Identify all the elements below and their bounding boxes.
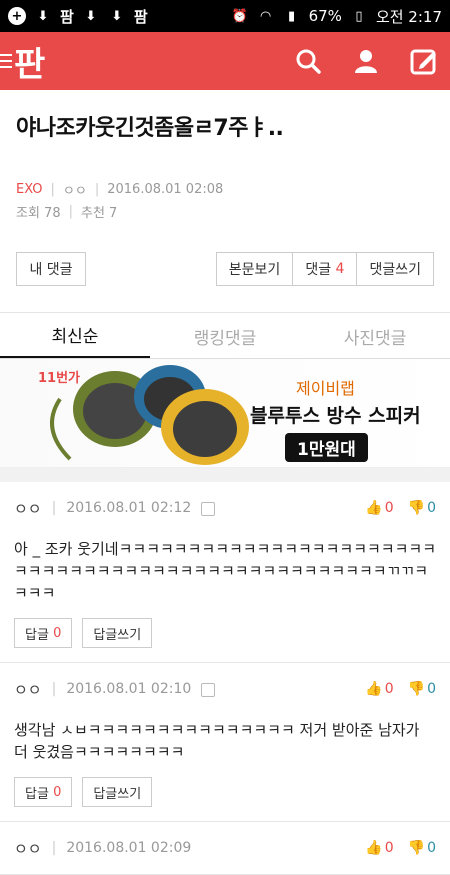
- pann-notification-icon: 팜: [60, 7, 74, 26]
- tab-photo[interactable]: 사진댓글: [300, 313, 450, 359]
- lock-icon: [201, 502, 216, 516]
- downvote-button[interactable]: 👎 0: [408, 681, 436, 697]
- thumbs-down-icon: 👎: [407, 681, 426, 697]
- write-reply-button[interactable]: 답글쓰기: [82, 618, 153, 648]
- downvote-count: 0: [427, 681, 436, 697]
- upvote-button[interactable]: 👍 0: [365, 500, 393, 516]
- search-icon: [296, 49, 321, 74]
- ad-price: 1만원대: [285, 433, 368, 462]
- reply-button[interactable]: 답글 0: [14, 777, 73, 807]
- post-meta: EXO | ㅇㅇ | 2016.08.01 02:08 조회 78 | 추천 7: [16, 181, 224, 221]
- comments-label: 댓글: [305, 262, 332, 278]
- comment-date: 2016.08.01 02:09: [66, 840, 192, 856]
- comment-body: 아 _ 조카 웃기네ㅋㅋㅋㅋㅋㅋㅋㅋㅋㅋㅋㅋㅋㅋㅋㅋㅋㅋㅋㅋㅋㅋㅋㅋㅋㅋㅋㅋㅋㅋ…: [14, 540, 437, 602]
- post-views: 조회 78: [16, 205, 61, 221]
- reply-button[interactable]: 답글 0: [14, 618, 73, 648]
- tab-ranking[interactable]: 랭킹댓글: [150, 313, 300, 359]
- profile-button[interactable]: [350, 45, 382, 77]
- thumbs-up-icon: 👍: [365, 840, 383, 856]
- wifi-icon: ◠: [260, 8, 271, 24]
- alarm-icon: ⏰: [231, 8, 248, 24]
- signal-icon: ▮: [288, 8, 296, 24]
- clock: 오전 2:17: [375, 7, 442, 26]
- downvote-button[interactable]: 👎 0: [408, 840, 436, 856]
- pann-notification-icon: 팜: [133, 7, 148, 26]
- upvote-count: 0: [384, 500, 394, 516]
- post-category[interactable]: EXO: [16, 182, 43, 197]
- reply-count: 0: [53, 784, 62, 800]
- comment-author: ㅇㅇ: [14, 499, 42, 518]
- thumbs-up-icon: 👍: [365, 681, 383, 697]
- reply-label: 답글: [25, 627, 49, 643]
- post-recommend: 추천 7: [81, 205, 118, 221]
- search-button[interactable]: [292, 45, 324, 77]
- app-header: 판: [0, 32, 450, 90]
- ad-banner[interactable]: 11번가 제이비랩 블루투스 방수 스피커 1만원대: [0, 359, 450, 468]
- comments-button[interactable]: 댓글 4: [292, 252, 357, 286]
- write-post-button[interactable]: [408, 45, 440, 77]
- status-bar: + ⬇ 팜 ⬇ ⬇ 팜 ⏰ ◠ ▮ 67% ▯ 오전 2:17: [0, 0, 450, 32]
- download-icon: ⬇: [37, 8, 49, 24]
- my-comments-button[interactable]: 내 댓글: [16, 252, 86, 286]
- write-comment-button[interactable]: 댓글쓰기: [356, 252, 434, 286]
- comment-date: 2016.08.01 02:12: [66, 500, 192, 516]
- post-title: 야나조카웃긴것좀올ㄹ7주ㅑ..: [16, 116, 284, 141]
- downvote-button[interactable]: 👎 0: [408, 500, 436, 516]
- write-reply-button[interactable]: 답글쓰기: [82, 777, 153, 807]
- comment-item: ㅇㅇ | 2016.08.01 02:09 👍 0 👎 0: [0, 822, 450, 875]
- reply-count: 0: [53, 625, 62, 641]
- battery-percent: 67%: [308, 7, 342, 25]
- view-original-button[interactable]: 본문보기: [215, 252, 293, 286]
- compose-icon: [410, 49, 436, 75]
- thumbs-down-icon: 👎: [407, 840, 426, 856]
- pann-logo[interactable]: 판: [14, 37, 45, 86]
- post-date: 2016.08.01 02:08: [107, 181, 224, 197]
- lock-icon: [201, 683, 216, 697]
- reply-label: 답글: [25, 786, 49, 802]
- menu-icon[interactable]: [0, 54, 12, 68]
- download-icon: ⬇: [85, 8, 97, 24]
- comment-date: 2016.08.01 02:10: [66, 681, 192, 697]
- comment-item: ㅇㅇ | 2016.08.01 02:12 👍 0 👎 0 아 _ 조카 웃기네ㅋㅋ…: [0, 482, 450, 663]
- comment-author: ㅇㅇ: [14, 839, 42, 858]
- ad-brand: 제이비랩: [296, 379, 355, 398]
- upvote-count: 0: [384, 840, 394, 856]
- comment-author: ㅇㅇ: [14, 680, 42, 699]
- thumbs-up-icon: 👍: [365, 500, 383, 516]
- downvote-count: 0: [427, 500, 436, 516]
- comments-count: 4: [335, 261, 345, 277]
- downvote-count: 0: [427, 840, 436, 856]
- thumbs-down-icon: 👎: [407, 500, 426, 516]
- tab-latest[interactable]: 최신순: [0, 313, 150, 359]
- add-notification-icon: +: [8, 7, 26, 25]
- comment-item: ㅇㅇ | 2016.08.01 02:10 👍 0 👎 0 생각남 ㅅㅂㅋㅋㅋㅋㅋㅋ…: [0, 663, 450, 822]
- upvote-button[interactable]: 👍 0: [365, 681, 393, 697]
- battery-icon: ▯: [355, 8, 363, 24]
- ad-title: 블루투스 방수 스피커: [250, 405, 421, 427]
- comment-sort-tabs: 최신순 랭킹댓글 사진댓글: [0, 312, 450, 359]
- user-icon: [355, 50, 377, 73]
- post-author: ㅇㅇ: [62, 183, 87, 199]
- comment-body: 생각남 ㅅㅂㅋㅋㅋㅋㅋㅋㅋㅋㅋㅋㅋㅋㅋㅋㅋ 저거 받아준 남자가 더 웃겼음ㅋㅋ…: [14, 721, 420, 761]
- download-icon: ⬇: [111, 8, 123, 24]
- upvote-button[interactable]: 👍 0: [365, 840, 393, 856]
- upvote-count: 0: [384, 681, 394, 697]
